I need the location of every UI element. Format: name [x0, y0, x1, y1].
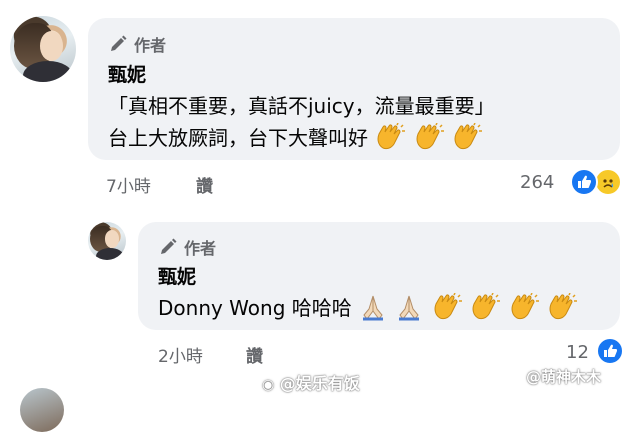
commenter-name[interactable]: 甄妮	[158, 262, 196, 289]
pen-icon	[161, 238, 177, 254]
avatar[interactable]	[10, 16, 76, 82]
like-button[interactable]: 讚	[196, 172, 213, 197]
reply-text-line: Donny Wong 哈哈哈	[158, 292, 578, 326]
watermark: @萌神木木	[526, 368, 602, 386]
like-button[interactable]: 讚	[246, 342, 263, 367]
reaction-count[interactable]: 12	[566, 342, 589, 363]
author-badge-label: 作者	[134, 36, 167, 55]
comment-timestamp[interactable]: 7小時	[106, 172, 151, 197]
comment-text-line-2: 台上大放厥詞，台下大聲叫好	[108, 122, 483, 156]
commenter-name[interactable]: 甄妮	[108, 60, 146, 87]
watermark: ◉ @娱乐有饭	[262, 374, 360, 393]
clapping-hands-icon	[413, 122, 445, 156]
clapping-hands-icon	[451, 122, 483, 156]
author-badge-label: 作者	[184, 239, 217, 258]
folded-hands-icon	[358, 293, 388, 326]
reply-text: Donny Wong 哈哈哈	[158, 296, 352, 320]
author-badge: 作者	[158, 235, 216, 259]
sad-reaction-icon[interactable]	[594, 168, 622, 196]
reply-timestamp[interactable]: 2小時	[158, 342, 203, 367]
reply-bubble: 作者 甄妮 Donny Wong 哈哈哈	[138, 222, 620, 330]
clapping-hands-icon	[374, 122, 406, 156]
author-badge: 作者	[108, 32, 166, 56]
pen-icon	[111, 35, 127, 51]
comment-text: 台上大放厥詞，台下大聲叫好	[108, 126, 368, 150]
avatar[interactable]	[88, 222, 126, 260]
like-reaction-icon[interactable]	[570, 168, 598, 196]
clapping-hands-icon	[546, 292, 578, 326]
clapping-hands-icon	[469, 292, 501, 326]
reaction-count[interactable]: 264	[520, 172, 554, 193]
comment-text-line-1: 「真相不重要，真話不juicy，流量最重要」	[108, 94, 495, 118]
folded-hands-icon	[394, 293, 424, 326]
weibo-icon: ◉	[262, 377, 275, 393]
avatar[interactable]	[20, 388, 64, 432]
clapping-hands-icon	[508, 292, 540, 326]
clapping-hands-icon	[431, 292, 463, 326]
comment-bubble: 作者 甄妮 「真相不重要，真話不juicy，流量最重要」 台上大放厥詞，台下大聲…	[88, 18, 620, 160]
like-reaction-icon[interactable]	[596, 337, 624, 365]
